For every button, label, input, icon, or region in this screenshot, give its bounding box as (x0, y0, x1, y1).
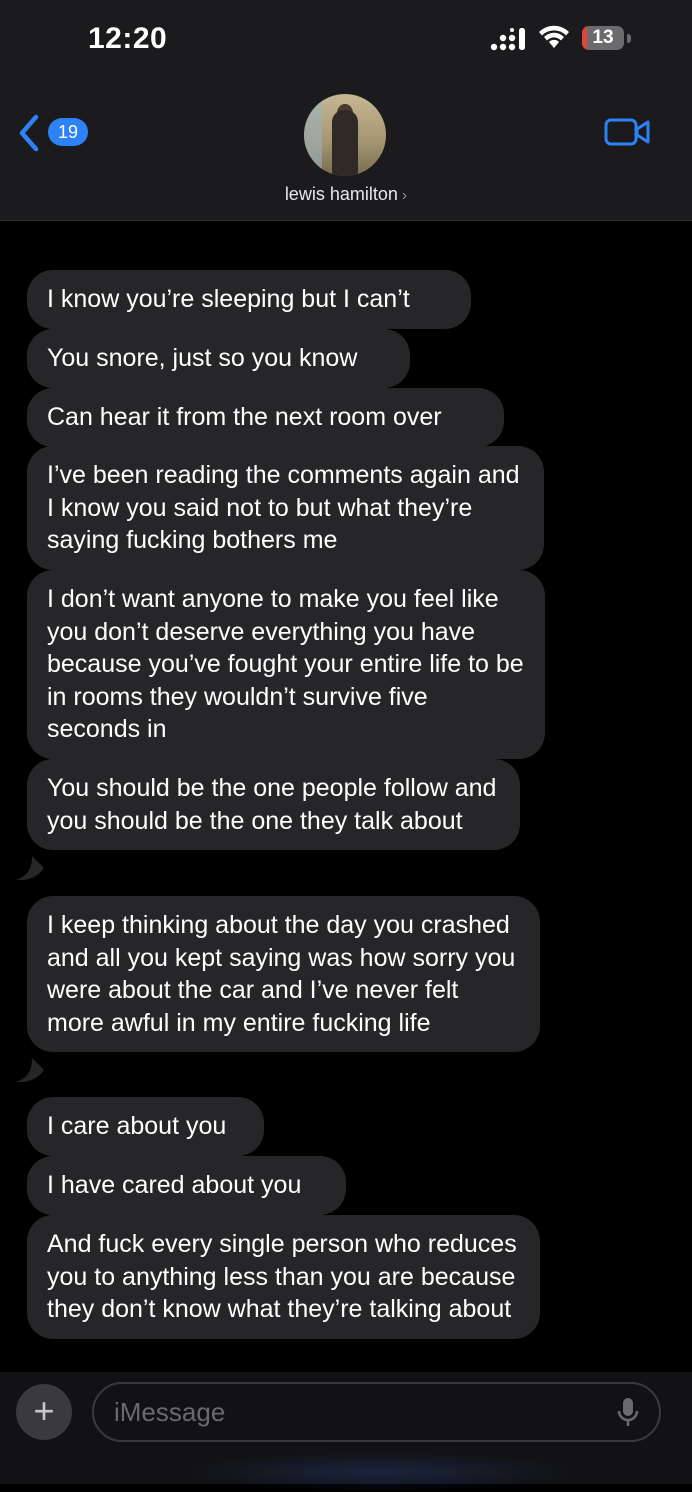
status-time: 12:20 (88, 22, 168, 55)
bottom-glow (180, 1452, 580, 1492)
back-chevron-icon (19, 114, 39, 152)
cellular-signal-icon (490, 28, 528, 52)
message-thread[interactable]: I know you’re sleeping but I can’t You s… (0, 221, 692, 1371)
video-call-button[interactable] (604, 116, 652, 148)
battery-level: 13 (592, 27, 614, 48)
compose-bar: + iMessage (0, 1372, 692, 1492)
conversation-header: 19 lewis hamilton › (0, 80, 692, 221)
battery-icon: 13 (582, 26, 632, 52)
input-placeholder: iMessage (114, 1397, 226, 1427)
message-bubble[interactable]: You should be the one people follow and … (27, 759, 520, 850)
wifi-icon (537, 24, 571, 50)
video-call-icon (604, 118, 650, 146)
microphone-icon[interactable] (617, 1396, 639, 1428)
apps-plus-button[interactable]: + (16, 1384, 72, 1440)
message-bubble[interactable]: I keep thinking about the day you crashe… (27, 896, 540, 1052)
message-bubble[interactable]: I know you’re sleeping but I can’t (27, 270, 471, 329)
message-bubble[interactable]: I don’t want anyone to make you feel lik… (27, 570, 545, 759)
contact-name-button[interactable]: lewis hamilton › (0, 184, 692, 205)
chevron-right-icon: › (401, 187, 408, 204)
bubble-tail (16, 1058, 44, 1083)
message-bubble[interactable]: And fuck every single person who reduces… (27, 1215, 540, 1339)
message-bubble[interactable]: I have cared about you (27, 1156, 346, 1215)
unread-count-badge: 19 (48, 118, 88, 146)
bubble-tail (16, 856, 44, 881)
back-button[interactable]: 19 (18, 112, 98, 156)
message-bubble[interactable]: I’ve been reading the comments again and… (27, 446, 544, 570)
plus-icon: + (33, 1390, 55, 1431)
contact-avatar[interactable] (304, 94, 386, 176)
imessage-input[interactable]: iMessage (92, 1382, 661, 1442)
message-bubble[interactable]: You snore, just so you know (27, 329, 410, 388)
message-bubble[interactable]: I care about you (27, 1097, 264, 1156)
message-bubble[interactable]: Can hear it from the next room over (27, 388, 504, 447)
status-bar: 12:20 13 (0, 0, 692, 80)
contact-name: lewis hamilton (284, 184, 398, 204)
